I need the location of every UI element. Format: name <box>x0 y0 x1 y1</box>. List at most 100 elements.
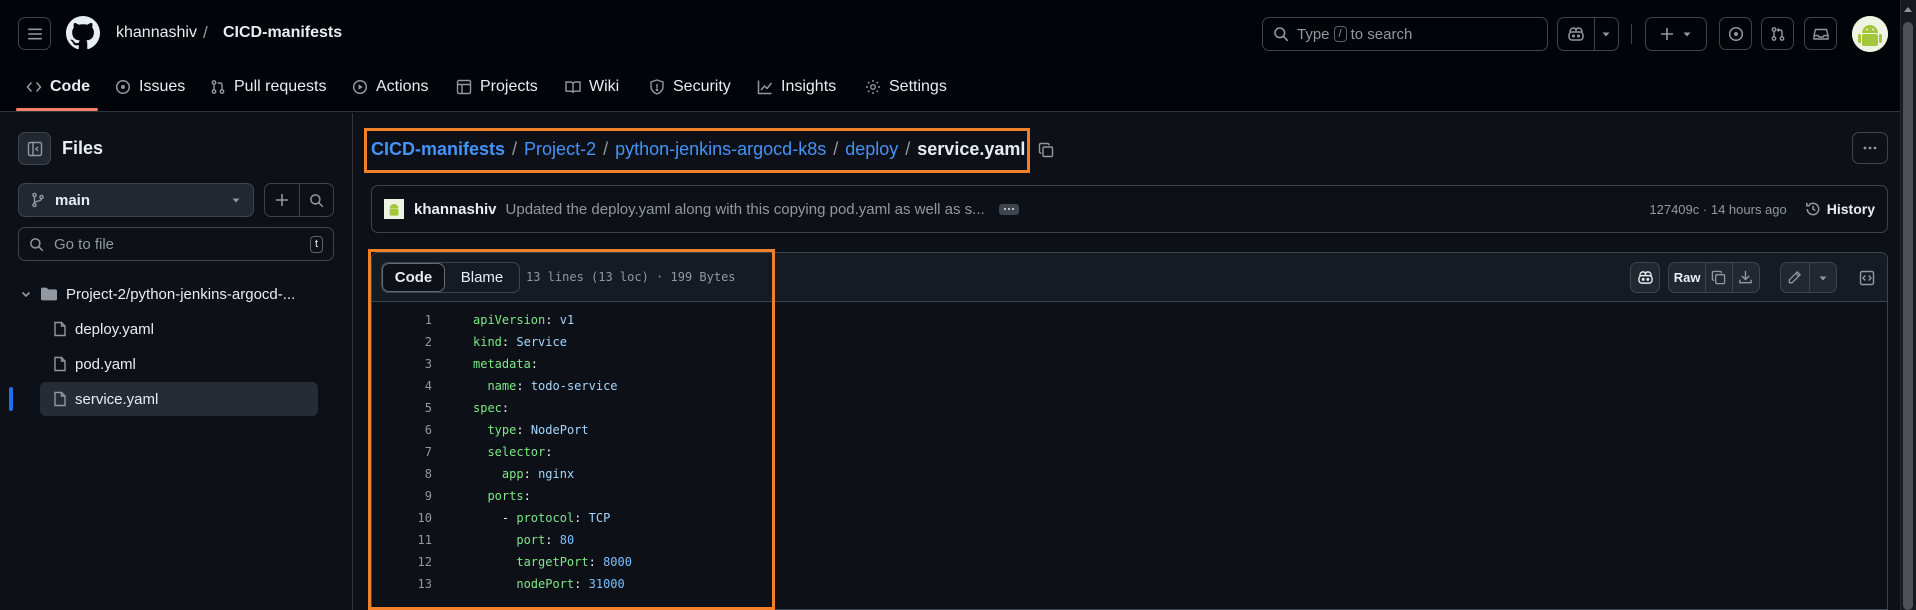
repo-owner-link[interactable]: khannashiv <box>116 24 197 42</box>
edit-file-button[interactable] <box>1781 263 1810 292</box>
breadcrumb-link[interactable]: CICD-manifests <box>371 139 505 160</box>
line-number[interactable]: 10 <box>372 511 432 525</box>
tab-label: Issues <box>139 78 186 95</box>
play-icon <box>352 79 368 95</box>
tab-code-view[interactable]: Code <box>382 263 445 292</box>
graph-icon <box>757 80 773 95</box>
search-code-button[interactable] <box>300 184 334 216</box>
yaml-key: selector <box>487 445 546 459</box>
tab-label: Projects <box>480 78 538 95</box>
tab-blame-view[interactable]: Blame <box>445 263 519 292</box>
more-options-button[interactable] <box>1852 132 1888 164</box>
tab-security[interactable]: Security <box>649 75 731 99</box>
search-input[interactable]: Type / to search <box>1262 17 1548 51</box>
line-number[interactable]: 1 <box>372 313 432 327</box>
tree-file-item-selected[interactable]: service.yaml <box>40 382 318 416</box>
copilot-button[interactable] <box>1558 18 1595 50</box>
expand-commit-message-button[interactable] <box>998 203 1019 215</box>
history-button[interactable]: History <box>1805 201 1875 217</box>
view-mode-toggle: Code Blame <box>381 262 520 293</box>
branch-name: main <box>55 191 91 209</box>
code-line: spec: <box>473 401 509 415</box>
yaml-value: nginx <box>538 467 575 481</box>
collapse-sidebar-button[interactable] <box>18 132 51 165</box>
github-logo-icon[interactable] <box>66 16 100 50</box>
breadcrumb: CICD-manifests / Project-2 / python-jenk… <box>371 139 1054 160</box>
branch-selector[interactable]: main <box>18 183 254 217</box>
line-number[interactable]: 8 <box>372 467 432 481</box>
line-number[interactable]: 12 <box>372 555 432 569</box>
create-new-button[interactable] <box>1645 17 1707 51</box>
tree-file-label: deploy.yaml <box>75 320 154 338</box>
file-icon <box>54 391 66 407</box>
yaml-key: port <box>516 533 546 547</box>
repo-name-link[interactable]: CICD-manifests <box>223 24 342 42</box>
yaml-colon: : <box>516 379 524 393</box>
top-header: khannashiv / CICD-manifests Type / to se… <box>0 0 1900 112</box>
active-tab-indicator <box>16 108 98 111</box>
ask-copilot-button[interactable] <box>1630 262 1660 293</box>
line-number[interactable]: 3 <box>372 357 432 371</box>
edit-options-button[interactable] <box>1810 263 1836 292</box>
line-number[interactable]: 11 <box>372 533 432 547</box>
book-icon <box>565 81 581 94</box>
tab-actions[interactable]: Actions <box>352 75 428 99</box>
copy-path-button[interactable] <box>1038 142 1054 158</box>
breadcrumb-link[interactable]: Project-2 <box>524 139 596 160</box>
tab-settings[interactable]: Settings <box>865 75 947 99</box>
line-number[interactable]: 2 <box>372 335 432 349</box>
yaml-colon: : <box>574 577 582 591</box>
menu-button[interactable] <box>18 17 51 50</box>
user-avatar[interactable] <box>1852 16 1888 52</box>
go-to-file-input[interactable]: Go to file t <box>18 227 334 261</box>
line-number[interactable]: 9 <box>372 489 432 503</box>
commit-sha-link[interactable]: 127409c <box>1649 202 1699 217</box>
file-tree-sidebar: Files main Go to file t Project-2/python… <box>0 113 353 610</box>
yaml-colon: : <box>545 533 553 547</box>
tab-label: Security <box>673 78 731 95</box>
breadcrumb-link[interactable]: deploy <box>845 139 898 160</box>
tab-code[interactable]: Code <box>26 75 90 99</box>
commit-message-link[interactable]: Updated the deploy.yaml along with this … <box>506 201 985 218</box>
scrollbar-thumb[interactable] <box>1903 22 1913 610</box>
tree-folder-item[interactable]: Project-2/python-jenkins-argocd-... <box>20 277 330 311</box>
latest-commit-bar: khannashiv Updated the deploy.yaml along… <box>371 185 1888 233</box>
yaml-colon: : <box>545 445 553 459</box>
yaml-value: Service <box>516 335 567 349</box>
file-view-header: Code Blame 13 lines (13 loc) · 199 Bytes… <box>372 253 1887 302</box>
raw-button[interactable]: Raw <box>1669 263 1707 292</box>
tab-issues[interactable]: Issues <box>115 75 185 99</box>
notifications-button[interactable] <box>1804 17 1837 50</box>
yaml-colon: : <box>516 423 524 437</box>
tab-projects[interactable]: Projects <box>456 75 538 99</box>
line-number[interactable]: 7 <box>372 445 432 459</box>
scroll-up-arrow-icon[interactable] <box>1902 4 1914 16</box>
yaml-value: 8000 <box>603 555 632 569</box>
tree-file-item[interactable]: deploy.yaml <box>53 312 154 346</box>
triangle-down-icon <box>1683 32 1691 37</box>
line-number[interactable]: 6 <box>372 423 432 437</box>
your-issues-button[interactable] <box>1719 17 1752 50</box>
tab-insights[interactable]: Insights <box>757 75 836 99</box>
add-file-button[interactable] <box>265 184 300 216</box>
tab-pull-requests[interactable]: Pull requests <box>210 75 327 99</box>
download-raw-button[interactable] <box>1733 263 1759 292</box>
commit-author-link[interactable]: khannashiv <box>414 201 497 218</box>
line-number[interactable]: 4 <box>372 379 432 393</box>
yaml-colon: : <box>501 335 510 349</box>
tree-file-item[interactable]: pod.yaml <box>53 347 136 381</box>
copy-raw-button[interactable] <box>1706 263 1733 292</box>
yaml-colon: : <box>530 357 539 371</box>
tab-wiki[interactable]: Wiki <box>565 75 619 99</box>
tree-folder-label: Project-2/python-jenkins-argocd-... <box>66 285 296 303</box>
breadcrumb-link[interactable]: python-jenkins-argocd-k8s <box>615 139 826 160</box>
your-pull-requests-button[interactable] <box>1761 17 1794 50</box>
commit-author-avatar[interactable] <box>384 199 404 219</box>
line-number[interactable]: 5 <box>372 401 432 415</box>
symbols-panel-button[interactable] <box>1852 262 1882 293</box>
copilot-menu-button[interactable] <box>1595 18 1618 50</box>
line-number[interactable]: 13 <box>372 577 432 591</box>
